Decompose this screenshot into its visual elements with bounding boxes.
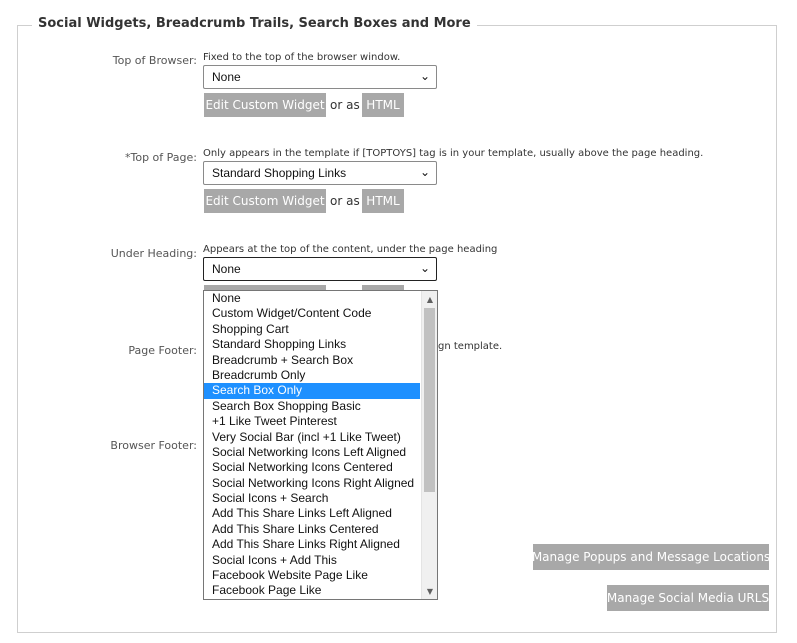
top-of-browser-value: None bbox=[212, 70, 241, 84]
scroll-down-icon[interactable]: ▼ bbox=[422, 583, 437, 599]
dropdown-option[interactable]: +1 Like Tweet Pinterest bbox=[204, 414, 420, 429]
page-footer-label: Page Footer: bbox=[128, 344, 197, 357]
dropdown-option[interactable]: Social Networking Icons Right Aligned bbox=[204, 476, 420, 491]
chevron-down-icon: ⌄ bbox=[419, 165, 430, 179]
chevron-down-icon: ⌄ bbox=[419, 261, 430, 275]
section-title: Social Widgets, Breadcrumb Trails, Searc… bbox=[32, 16, 477, 31]
scroll-up-icon[interactable]: ▲ bbox=[422, 291, 437, 307]
top-of-page-edit-widget-button[interactable]: Edit Custom Widget bbox=[204, 189, 326, 213]
dropdown-option[interactable]: Search Box Only bbox=[204, 383, 420, 399]
top-of-browser-edit-widget-button[interactable]: Edit Custom Widget bbox=[204, 93, 326, 117]
dropdown-option[interactable]: Add This Share Links Right Aligned bbox=[204, 537, 420, 552]
dropdown-scrollbar[interactable]: ▲ ▼ bbox=[421, 291, 437, 599]
under-heading-dropdown-list[interactable]: None Custom Widget/Content Code Shopping C… bbox=[203, 290, 438, 600]
dropdown-option[interactable]: Breadcrumb Only bbox=[204, 368, 420, 383]
top-of-browser-hint: Fixed to the top of the browser window. bbox=[203, 52, 401, 63]
browser-footer-label: Browser Footer: bbox=[110, 439, 197, 452]
top-of-browser-html-button[interactable]: HTML bbox=[362, 93, 404, 117]
dropdown-option[interactable]: Facebook Website Page Like bbox=[204, 568, 420, 583]
top-of-page-select[interactable]: Standard Shopping Links ⌄ bbox=[203, 161, 437, 185]
dropdown-option[interactable]: Breadcrumb + Search Box bbox=[204, 353, 420, 368]
dropdown-option[interactable]: None bbox=[204, 291, 420, 306]
top-of-browser-label: Top of Browser: bbox=[112, 54, 197, 67]
dropdown-option[interactable]: Add This Share Links Left Aligned bbox=[204, 506, 420, 521]
dropdown-options: None Custom Widget/Content Code Shopping C… bbox=[204, 291, 420, 599]
top-of-page-label: *Top of Page: bbox=[125, 151, 197, 164]
dropdown-option[interactable]: Social Icons + Add This bbox=[204, 553, 420, 568]
manage-social-media-button[interactable]: Manage Social Media URLS bbox=[607, 585, 769, 611]
dropdown-option[interactable]: Add This Share Links Centered bbox=[204, 522, 420, 537]
dropdown-option[interactable]: Social Networking Icons Centered bbox=[204, 460, 420, 475]
dropdown-option[interactable]: Custom Widget/Content Code bbox=[204, 306, 420, 321]
under-heading-label: Under Heading: bbox=[110, 247, 197, 260]
dropdown-option[interactable]: Search Box Shopping Basic bbox=[204, 399, 420, 414]
dropdown-option[interactable]: Social Icons + Search bbox=[204, 491, 420, 506]
top-of-browser-select[interactable]: None ⌄ bbox=[203, 65, 437, 89]
dropdown-option[interactable]: Social Networking Icons Left Aligned bbox=[204, 445, 420, 460]
top-of-page-or-as: or as bbox=[330, 194, 360, 208]
scroll-thumb[interactable] bbox=[424, 308, 435, 492]
dropdown-option[interactable]: Shopping Cart bbox=[204, 322, 420, 337]
chevron-down-icon: ⌄ bbox=[419, 69, 430, 83]
top-of-page-hint: Only appears in the template if [TOPTOYS… bbox=[203, 148, 704, 159]
dropdown-option[interactable]: Facebook Page Like bbox=[204, 583, 420, 598]
top-of-page-html-button[interactable]: HTML bbox=[362, 189, 404, 213]
under-heading-select[interactable]: None ⌄ bbox=[203, 257, 437, 281]
dropdown-option[interactable]: Very Social Bar (incl +1 Like Tweet) bbox=[204, 430, 420, 445]
top-of-browser-or-as: or as bbox=[330, 98, 360, 112]
under-heading-hint: Appears at the top of the content, under… bbox=[203, 244, 498, 255]
top-of-page-value: Standard Shopping Links bbox=[212, 166, 347, 180]
page-footer-hint: gn template. bbox=[438, 341, 503, 352]
manage-popups-button[interactable]: Manage Popups and Message Locations bbox=[532, 544, 770, 570]
under-heading-value: None bbox=[212, 262, 241, 276]
dropdown-option[interactable]: Standard Shopping Links bbox=[204, 337, 420, 352]
